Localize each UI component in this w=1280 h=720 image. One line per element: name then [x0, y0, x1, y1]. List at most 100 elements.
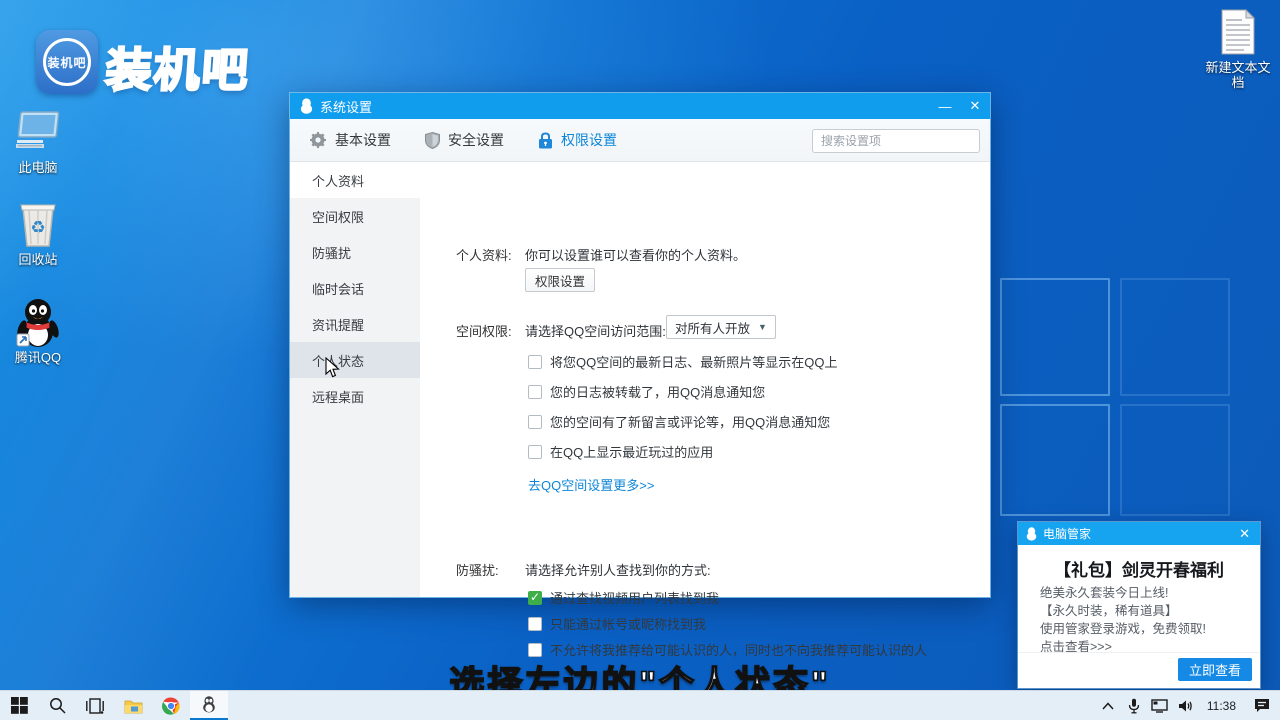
checkbox-box[interactable] — [528, 355, 542, 369]
gear-icon — [310, 132, 327, 149]
checkbox-box[interactable] — [528, 643, 542, 657]
settings-search-input[interactable] — [813, 134, 980, 148]
popup-headline: 【礼包】剑灵开春福利 — [1018, 556, 1260, 581]
tray-volume-icon[interactable] — [1173, 691, 1199, 720]
sidebar-item-remote-desktop[interactable]: 远程桌面 — [290, 378, 420, 414]
close-button[interactable]: ✕ — [960, 93, 990, 119]
system-settings-window: 系统设置 — ✕ 基本设置 — [290, 93, 990, 597]
desktop-icon-recycle-bin[interactable]: ♻ 回收站 — [0, 200, 76, 267]
desktop-icon-label: 此电脑 — [0, 160, 76, 175]
space-prompt: 请选择QQ空间访问范围: — [525, 321, 666, 340]
qq-logo-icon — [300, 98, 313, 114]
task-view-button[interactable] — [76, 691, 114, 720]
folder-icon — [124, 698, 143, 714]
checkbox-blog-repost-notify[interactable]: 您的日志被转载了，用QQ消息通知您 — [528, 382, 765, 401]
search-icon — [49, 697, 66, 714]
shield-icon — [425, 132, 440, 149]
recycle-bin-icon: ♻ — [0, 200, 76, 248]
tab-security-settings[interactable]: 安全设置 — [425, 130, 504, 150]
this-pc-icon — [0, 108, 76, 156]
checkbox-show-recent-apps[interactable]: 在QQ上显示最近玩过的应用 — [528, 442, 713, 461]
desktop-icon-this-pc[interactable]: 此电脑 — [0, 108, 76, 175]
checkbox-label: 只能通过帐号或昵称找到我 — [550, 614, 706, 633]
tab-permission-settings[interactable]: 权限设置 — [538, 130, 617, 150]
file-explorer-button[interactable] — [114, 691, 152, 720]
tab-label: 权限设置 — [561, 130, 617, 150]
checkbox-box[interactable] — [528, 385, 542, 399]
zhuangjiba-brand-text: 装机吧 — [104, 34, 253, 100]
wallpaper-logo-pane — [1120, 278, 1230, 396]
checkbox-find-by-video-list[interactable]: 通过查找视频用户列表找到我 — [528, 588, 719, 607]
section-label-anti: 防骚扰: — [456, 560, 499, 579]
popup-body-line: 绝美永久套装今日上线! — [1040, 582, 1168, 601]
popup-body-line: 【永久时装，稀有道具】 — [1040, 600, 1178, 619]
settings-search-box[interactable] — [812, 129, 980, 153]
checkbox-label: 在QQ上显示最近玩过的应用 — [550, 442, 713, 461]
minimize-button[interactable]: — — [930, 93, 960, 119]
action-center-icon[interactable] — [1244, 691, 1280, 720]
popup-title: 电脑管家 — [1043, 525, 1237, 542]
tray-network-icon[interactable] — [1147, 691, 1173, 720]
popup-header[interactable]: 电脑管家 ✕ — [1018, 522, 1260, 545]
text-document-icon — [1200, 8, 1276, 56]
profile-desc: 你可以设置谁可以查看你的个人资料。 — [525, 245, 746, 264]
start-button[interactable] — [0, 691, 38, 720]
tray-chevron-up-icon[interactable] — [1095, 691, 1121, 720]
desktop-icon-label: 回收站 — [0, 252, 76, 267]
checkbox-label: 您的日志被转载了，用QQ消息通知您 — [550, 382, 765, 401]
window-title: 系统设置 — [320, 97, 372, 116]
sidebar-item-temp-session[interactable]: 临时会话 — [290, 270, 420, 306]
qzone-more-settings-link[interactable]: 去QQ空间设置更多>> — [528, 475, 654, 494]
settings-content: 个人资料: 你可以设置谁可以查看你的个人资料。 权限设置 空间权限: 请选择QQ… — [420, 162, 990, 597]
desktop-icon-label: 腾讯QQ — [0, 350, 76, 365]
chevron-down-icon: ▼ — [758, 322, 767, 332]
desktop-icon-new-text-doc[interactable]: 新建文本文档 — [1200, 8, 1276, 90]
desktop-icon-qq[interactable]: 腾讯QQ — [0, 298, 76, 365]
checkbox-label: 通过查找视频用户列表找到我 — [550, 588, 719, 607]
checkbox-find-by-account-only[interactable]: 只能通过帐号或昵称找到我 — [528, 614, 706, 633]
taskbar-clock[interactable]: 11:38 — [1199, 691, 1244, 720]
checkbox-box[interactable] — [528, 617, 542, 631]
checkbox-label: 将您QQ空间的最新日志、最新照片等显示在QQ上 — [550, 352, 837, 371]
system-tray: 11:38 — [1095, 691, 1280, 720]
permission-settings-button[interactable]: 权限设置 — [525, 268, 595, 292]
section-label-space: 空间权限: — [456, 321, 512, 340]
sidebar-item-anti-harass[interactable]: 防骚扰 — [290, 234, 420, 270]
zhuangjiba-badge-circle: 装机吧 — [43, 38, 91, 86]
checkbox-box-checked[interactable] — [528, 591, 542, 605]
space-access-dropdown[interactable]: 对所有人开放 ▼ — [666, 315, 776, 339]
tab-basic-settings[interactable]: 基本设置 — [310, 130, 391, 150]
checkbox-box[interactable] — [528, 415, 542, 429]
checkbox-box[interactable] — [528, 445, 542, 459]
popup-close-icon[interactable]: ✕ — [1237, 526, 1252, 542]
sidebar-item-profile[interactable]: 个人资料 — [290, 162, 420, 198]
section-label-profile: 个人资料: — [456, 245, 512, 264]
anti-prompt: 请选择允许别人查找到你的方式: — [525, 560, 711, 579]
taskbar-search-button[interactable] — [38, 691, 76, 720]
popup-body-line: 使用管家登录游戏，免费领取! — [1040, 618, 1206, 637]
taskbar: 11:38 — [0, 690, 1280, 720]
checkbox-new-comment-notify[interactable]: 您的空间有了新留言或评论等，用QQ消息通知您 — [528, 412, 830, 431]
wallpaper-logo-pane — [1120, 404, 1230, 516]
chrome-button[interactable] — [152, 691, 190, 720]
lock-icon — [538, 132, 553, 149]
dropdown-value: 对所有人开放 — [675, 318, 750, 337]
wallpaper-logo-pane — [1000, 404, 1110, 516]
sidebar-item-news-alert[interactable]: 资讯提醒 — [290, 306, 420, 342]
wallpaper-logo-pane — [1000, 278, 1110, 396]
task-view-icon — [86, 698, 104, 714]
windows-logo-icon — [11, 697, 28, 714]
taskbar-qq-button[interactable] — [190, 691, 228, 720]
checkbox-show-qzone-updates[interactable]: 将您QQ空间的最新日志、最新照片等显示在QQ上 — [528, 352, 837, 371]
tray-microphone-icon[interactable] — [1121, 691, 1147, 720]
qq-penguin-icon — [202, 696, 216, 713]
tab-label: 基本设置 — [335, 130, 391, 150]
sidebar-item-space-perms[interactable]: 空间权限 — [290, 198, 420, 234]
chrome-icon — [162, 697, 180, 715]
checkbox-label: 您的空间有了新留言或评论等，用QQ消息通知您 — [550, 412, 830, 431]
sidebar-item-personal-state[interactable]: 个人状态 — [290, 342, 420, 378]
window-titlebar[interactable]: 系统设置 — ✕ — [290, 93, 990, 119]
settings-sidebar: 个人资料 空间权限 防骚扰 临时会话 资讯提醒 个人状态 远程桌面 — [290, 162, 420, 597]
qq-penguin-icon — [0, 298, 76, 346]
desktop-icon-label: 新建文本文档 — [1200, 60, 1276, 90]
